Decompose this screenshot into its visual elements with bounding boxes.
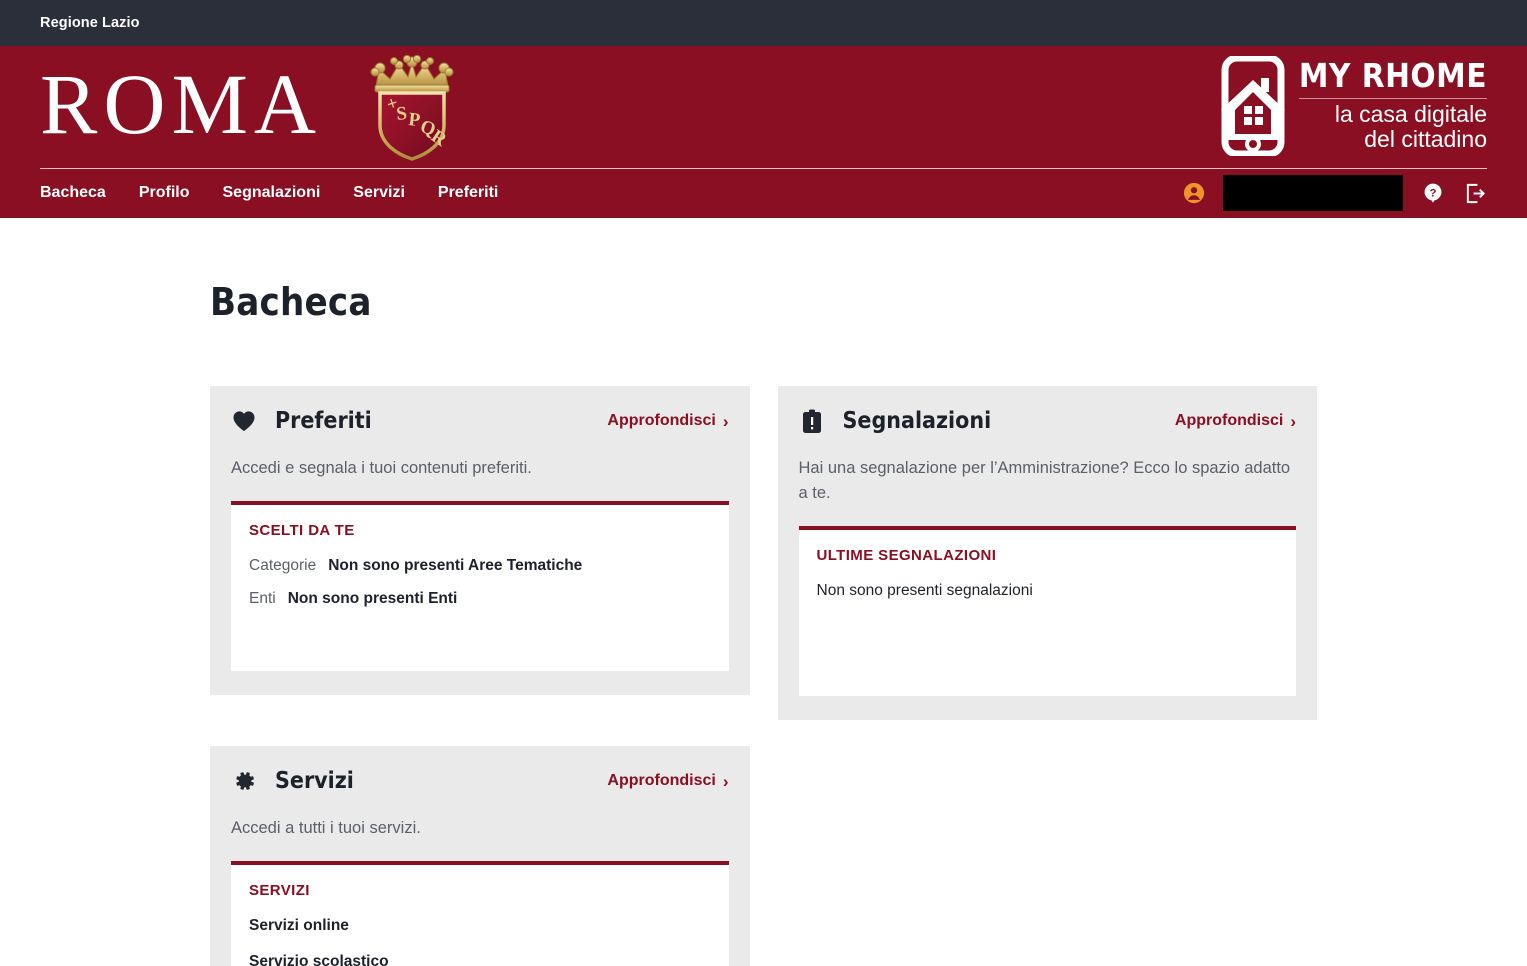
row-value: Non sono presenti Aree Tematiche — [328, 557, 583, 575]
link-label: Approfondisci — [1174, 412, 1284, 429]
card-description: Hai una segnalazione per l’Amministrazio… — [798, 459, 1291, 503]
card-title: Servizi — [275, 768, 354, 795]
user-avatar-icon[interactable] — [1183, 182, 1205, 204]
nav-item-segnalazioni[interactable]: Segnalazioni — [223, 184, 321, 202]
card-header: Segnalazioni Approfondisci › — [799, 408, 1296, 434]
help-circle-icon[interactable]: ? — [1421, 181, 1445, 205]
brand-header-inner: ROMA + S P Q R MY RHOME la casa digitale… — [40, 46, 1487, 168]
approfondisci-link-preferiti[interactable]: Approfondisci › — [607, 412, 728, 430]
spqr-shield-icon: + S P Q R — [366, 53, 458, 161]
nav-links: Bacheca Profilo Segnalazioni Servizi Pre… — [40, 184, 498, 202]
card-servizi: Servizi Approfondisci › Accedi a tutti i… — [210, 746, 750, 966]
card-header: Preferiti Approfondisci › — [231, 408, 729, 434]
nav-item-bacheca[interactable]: Bacheca — [40, 184, 106, 202]
panel-title: ULTIME SEGNALAZIONI — [816, 547, 997, 565]
approfondisci-link-segnalazioni[interactable]: Approfondisci › — [1175, 412, 1296, 430]
card-preferiti: Preferiti Approfondisci › Accedi e segna… — [210, 386, 750, 696]
list-item[interactable]: Servizio scolastico — [249, 953, 711, 966]
myrhome-title: MY RHOME — [1298, 55, 1487, 95]
roma-wordmark-logo[interactable]: ROMA — [40, 61, 322, 147]
region-label: Regione Lazio — [40, 15, 140, 31]
panel-scelti-da-te: SCELTI DA TE Categorie Non sono presenti… — [231, 501, 729, 672]
nav-user-area: ? — [1183, 175, 1487, 211]
chevron-right-icon: › — [1290, 411, 1296, 431]
panel-title: SERVIZI — [249, 882, 310, 900]
card-title: Preferiti — [275, 408, 372, 434]
approfondisci-link-servizi[interactable]: Approfondisci › — [607, 772, 728, 790]
content-container: Bacheca Preferiti Approfondisci › Accedi… — [210, 280, 1317, 966]
card-description: Accedi e segnala i tuoi contenuti prefer… — [231, 459, 532, 477]
heart-icon — [231, 408, 257, 434]
chevron-right-icon: › — [722, 411, 729, 431]
user-name-redacted — [1223, 175, 1403, 211]
myrhome-house-phone-icon — [1217, 54, 1289, 158]
link-label: Approfondisci — [607, 772, 716, 790]
card-title: Segnalazioni — [842, 408, 992, 434]
nav-item-servizi[interactable]: Servizi — [353, 184, 405, 202]
myrhome-logo[interactable]: MY RHOME la casa digitale del cittadino — [1217, 54, 1487, 158]
main-navigation-bar: Bacheca Profilo Segnalazioni Servizi Pre… — [40, 168, 1487, 217]
top-utility-bar: Regione Lazio — [0, 0, 1527, 46]
panel-servizi: SERVIZI Servizi online Servizio scolasti… — [231, 861, 729, 966]
card-segnalazioni: Segnalazioni Approfondisci › Hai una seg… — [777, 386, 1317, 721]
myrhome-subtitle-line1: la casa digitale — [1334, 100, 1487, 127]
gear-icon — [231, 768, 257, 794]
chevron-right-icon: › — [722, 771, 729, 791]
card-header: Servizi Approfondisci › — [231, 768, 729, 794]
page-title: Bacheca — [210, 280, 372, 324]
svg-text:S: S — [395, 103, 408, 125]
main-content: Bacheca Preferiti Approfondisci › Accedi… — [0, 218, 1527, 966]
panel-ultime-segnalazioni: ULTIME SEGNALAZIONI Non sono presenti se… — [798, 526, 1296, 697]
dashboard-cards-grid: Preferiti Approfondisci › Accedi e segna… — [210, 386, 1317, 966]
svg-text:?: ? — [1430, 187, 1437, 199]
nav-item-profilo[interactable]: Profilo — [139, 184, 190, 202]
myrhome-subtitle-line2: del cittadino — [1364, 126, 1487, 153]
brand-header: ROMA + S P Q R MY RHOME la casa digitale… — [0, 46, 1527, 218]
logout-icon[interactable] — [1463, 181, 1487, 205]
myrhome-text-block: MY RHOME la casa digitale del cittadino — [1298, 55, 1487, 153]
list-item[interactable]: Servizi online — [249, 917, 711, 935]
row-categorie: Categorie Non sono presenti Aree Tematic… — [249, 557, 711, 575]
myrhome-divider — [1298, 97, 1487, 99]
row-key: Enti — [249, 590, 276, 608]
empty-state-message: Non sono presenti segnalazioni — [816, 582, 1033, 600]
nav-item-preferiti[interactable]: Preferiti — [438, 184, 498, 202]
card-description: Accedi a tutti i tuoi servizi. — [231, 819, 421, 838]
clipboard-alert-icon — [799, 408, 825, 434]
row-value: Non sono presenti Enti — [287, 590, 458, 608]
row-enti: Enti Non sono presenti Enti — [249, 590, 711, 608]
link-label: Approfondisci — [607, 412, 716, 429]
panel-title: SCELTI DA TE — [249, 522, 355, 540]
row-key: Categorie — [249, 557, 317, 575]
